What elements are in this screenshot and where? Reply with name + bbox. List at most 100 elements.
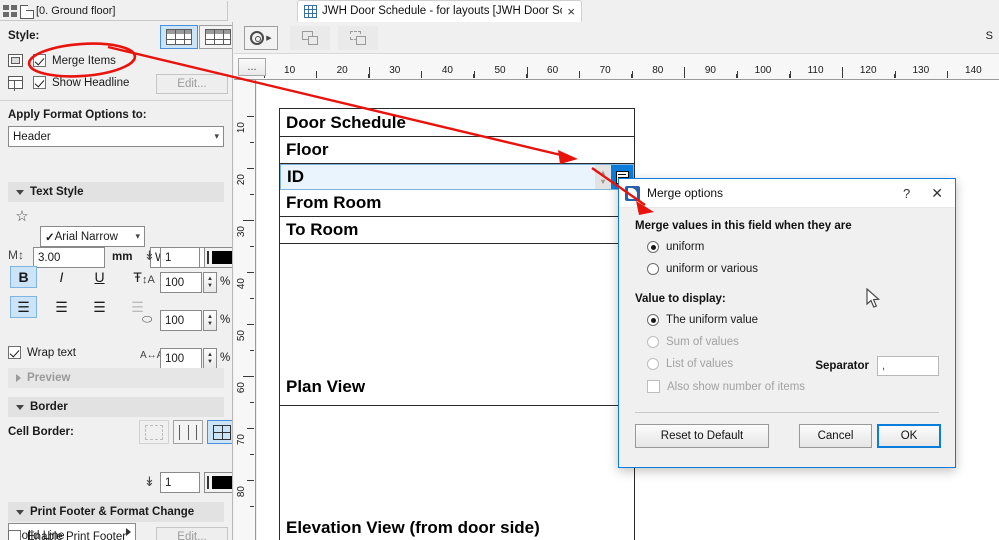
settings-gear-icon[interactable]: ▶ <box>244 26 278 50</box>
text-pen-input[interactable]: 1 <box>160 247 200 268</box>
ruler-tick-major <box>247 272 254 273</box>
group-tool-icon[interactable] <box>338 26 378 50</box>
text-pen-color-swatch[interactable] <box>204 247 232 268</box>
floor-selector[interactable]: [0. Ground floor] <box>0 1 228 21</box>
show-headline-checkbox[interactable]: Show Headline <box>33 76 129 89</box>
schedule-row-id[interactable]: ID ▴ ▾ <box>280 164 634 190</box>
all-borders-button[interactable] <box>207 420 232 444</box>
ruler-tick-label: 60 <box>236 382 247 394</box>
vertical-table-layout-button[interactable] <box>199 25 232 49</box>
radio-button[interactable] <box>647 314 659 326</box>
underline-button[interactable]: U <box>86 266 113 288</box>
document-tab[interactable]: JWH Door Schedule - for layouts [JWH Doo… <box>297 0 582 22</box>
print-footer-section-header[interactable]: Print Footer & Format Change <box>8 502 224 522</box>
radio-uniform[interactable]: uniform <box>647 241 939 253</box>
radio-sum-of-values: Sum of values <box>647 336 939 348</box>
tracking-input[interactable]: 100 <box>160 348 202 369</box>
pen-line-icon <box>207 476 209 489</box>
ruler-options-button[interactable]: ... <box>238 58 266 76</box>
char-width-input[interactable]: 100 <box>160 310 202 331</box>
ruler-tick-label: 50 <box>236 330 247 342</box>
close-icon[interactable]: ✕ <box>925 185 949 202</box>
schedule-row-title[interactable]: Door Schedule <box>280 109 634 137</box>
favorites-star-icon[interactable]: ☆ <box>8 205 36 226</box>
border-pen-input[interactable]: 1 <box>160 472 200 493</box>
dialog-body: Merge values in this field when they are… <box>619 208 955 469</box>
dialog-title-bar[interactable]: Merge options ? ✕ <box>619 179 955 208</box>
horizontal-ruler[interactable]: 10 20 30 40 50 60 70 80 90 100 110 120 130 140 <box>234 54 999 80</box>
text-size-input[interactable]: 3.00 <box>33 247 105 268</box>
vertical-border-button[interactable] <box>173 420 203 444</box>
schedule-row-floor[interactable]: Floor <box>280 137 634 164</box>
align-left-button[interactable]: ☰ <box>10 296 37 318</box>
radio-button <box>647 336 659 348</box>
ruler-tick-major <box>947 71 949 78</box>
radio-uniform-or-various[interactable]: uniform or various <box>647 263 939 275</box>
ruler-tick-major <box>789 71 791 78</box>
spinner-arrows-icon[interactable]: ▴ ▾ <box>595 165 611 189</box>
text-size-value: 3.00 <box>38 251 61 264</box>
align-right-button[interactable]: ☰ <box>86 296 113 318</box>
char-width-stepper[interactable]: ▲ ▼ <box>203 310 217 331</box>
pen-icon: ↡ <box>144 474 155 489</box>
ruler-tick-label: 70 <box>599 65 611 76</box>
ruler-tick-minor <box>250 142 254 143</box>
separator-input[interactable]: , <box>877 356 939 376</box>
marquee-tool-icon[interactable] <box>290 26 330 50</box>
cancel-button[interactable]: Cancel <box>799 424 872 448</box>
value-to-display-label: Value to display: <box>635 293 726 305</box>
wrap-text-checkbox[interactable]: Wrap text <box>8 346 76 359</box>
radio-button[interactable] <box>647 241 659 253</box>
grid-4-squares-icon[interactable] <box>3 4 17 17</box>
border-section-header[interactable]: Border <box>8 397 224 417</box>
ruler-tick-major <box>631 71 633 78</box>
merge-items-checkbox[interactable]: Merge Items <box>33 54 116 67</box>
schedule-row-elevation-view[interactable]: Elevation View (from door side) <box>280 406 634 540</box>
radio-button[interactable] <box>647 263 659 275</box>
reset-to-default-button[interactable]: Reset to Default <box>635 424 769 448</box>
ok-button[interactable]: OK <box>877 424 941 448</box>
storey-icon <box>20 4 34 19</box>
checkbox-box[interactable] <box>8 346 21 359</box>
font-check-icon: ✓ <box>45 231 55 244</box>
help-icon[interactable]: ? <box>895 186 918 201</box>
tracking-stepper[interactable]: ▲ ▼ <box>203 348 217 369</box>
close-icon[interactable]: × <box>567 5 575 18</box>
no-border-button[interactable] <box>139 420 169 444</box>
schedule-row-from-room[interactable]: From Room <box>280 190 634 217</box>
line-spacing-input[interactable]: 100 <box>160 272 202 293</box>
text-style-section-header[interactable]: Text Style <box>8 182 224 202</box>
ruler-tick-label: 130 <box>912 65 930 76</box>
checkbox-box[interactable] <box>8 530 21 540</box>
door-schedule-table[interactable]: Door Schedule Floor ID ▴ ▾ From Room To R… <box>279 108 635 540</box>
merge-items-label: Merge Items <box>52 54 116 67</box>
checkbox-box[interactable] <box>33 54 46 67</box>
headline-edit-button[interactable]: Edit... <box>156 74 228 94</box>
ruler-tick-minor <box>250 402 254 403</box>
char-width-icon: ⬭ <box>142 312 153 326</box>
floor-label: [0. Ground floor] <box>36 4 116 17</box>
enable-print-footer-checkbox[interactable]: Enable Print Footer <box>8 530 126 540</box>
radio-the-uniform-value[interactable]: The uniform value <box>647 314 939 326</box>
merge-options-dialog[interactable]: Merge options ? ✕ Merge values in this f… <box>618 178 956 468</box>
apply-format-dropdown[interactable]: Header ▾ <box>8 126 224 147</box>
vertical-ruler[interactable]: 10 20 30 40 50 60 70 80 <box>234 80 256 540</box>
schedule-row-to-room[interactable]: To Room <box>280 217 634 244</box>
font-dropdown[interactable]: ✓ Arial Narrow ▾ <box>40 226 145 247</box>
align-center-button[interactable]: ☰ <box>48 296 75 318</box>
border-pen-color-swatch[interactable] <box>204 472 232 493</box>
preview-section-label: Preview <box>27 372 71 384</box>
line-spacing-stepper[interactable]: ▲ ▼ <box>203 272 217 293</box>
chevron-down-icon <box>16 189 24 195</box>
print-footer-edit-button[interactable]: Edit... <box>156 527 228 540</box>
schedule-row-plan-view[interactable]: Plan View <box>280 244 634 406</box>
checkbox-box[interactable] <box>33 76 46 89</box>
schedule-row-label: Plan View <box>286 377 366 396</box>
horizontal-table-layout-button[interactable] <box>160 25 198 49</box>
italic-button[interactable]: I <box>48 266 75 288</box>
partial-right-label: S <box>985 30 993 42</box>
preview-section-header[interactable]: Preview <box>8 368 224 388</box>
ruler-tick-label: 40 <box>441 65 453 76</box>
bold-button[interactable]: B <box>10 266 37 288</box>
text-size-icon: M↕ <box>8 248 24 262</box>
